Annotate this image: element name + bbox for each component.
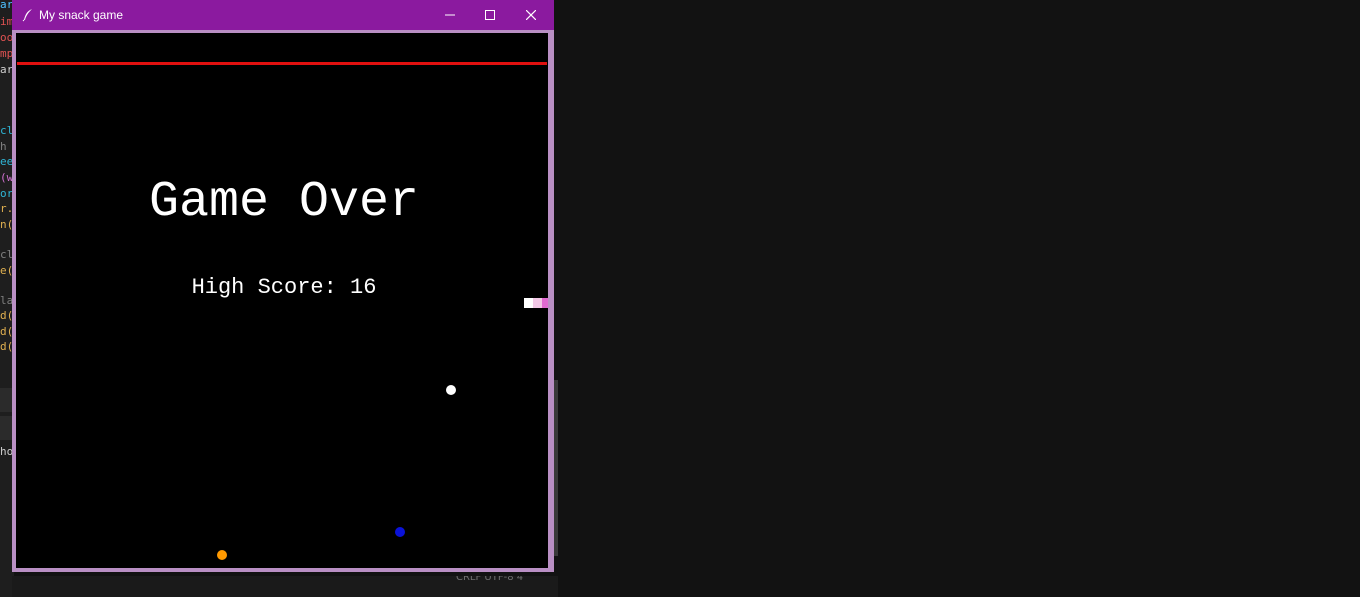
snake-segment <box>542 298 548 308</box>
window-frame: Game Over High Score: 16 <box>12 30 554 572</box>
white-food-dot <box>446 385 456 395</box>
snake-segment <box>524 298 533 308</box>
editor-status-bar: CRLF UTF-8 4 <box>12 576 558 597</box>
game-window: My snack game Game Over High Score: 16 <box>12 0 554 572</box>
feather-icon <box>21 7 35 22</box>
blue-food-dot <box>395 527 405 537</box>
high-score-text: High Score: 16 <box>191 275 377 300</box>
game-canvas[interactable]: Game Over High Score: 16 <box>16 33 548 568</box>
top-boundary-line <box>17 62 547 65</box>
maximize-button[interactable] <box>470 0 510 30</box>
window-title: My snack game <box>39 8 124 22</box>
status-text: CRLF UTF-8 4 <box>456 576 524 583</box>
game-over-text: Game Over <box>148 174 420 231</box>
snake-segment <box>533 298 542 308</box>
close-button[interactable] <box>511 0 551 30</box>
orange-food-dot <box>217 550 227 560</box>
window-titlebar[interactable]: My snack game <box>12 0 554 30</box>
minimize-button[interactable] <box>430 0 470 30</box>
